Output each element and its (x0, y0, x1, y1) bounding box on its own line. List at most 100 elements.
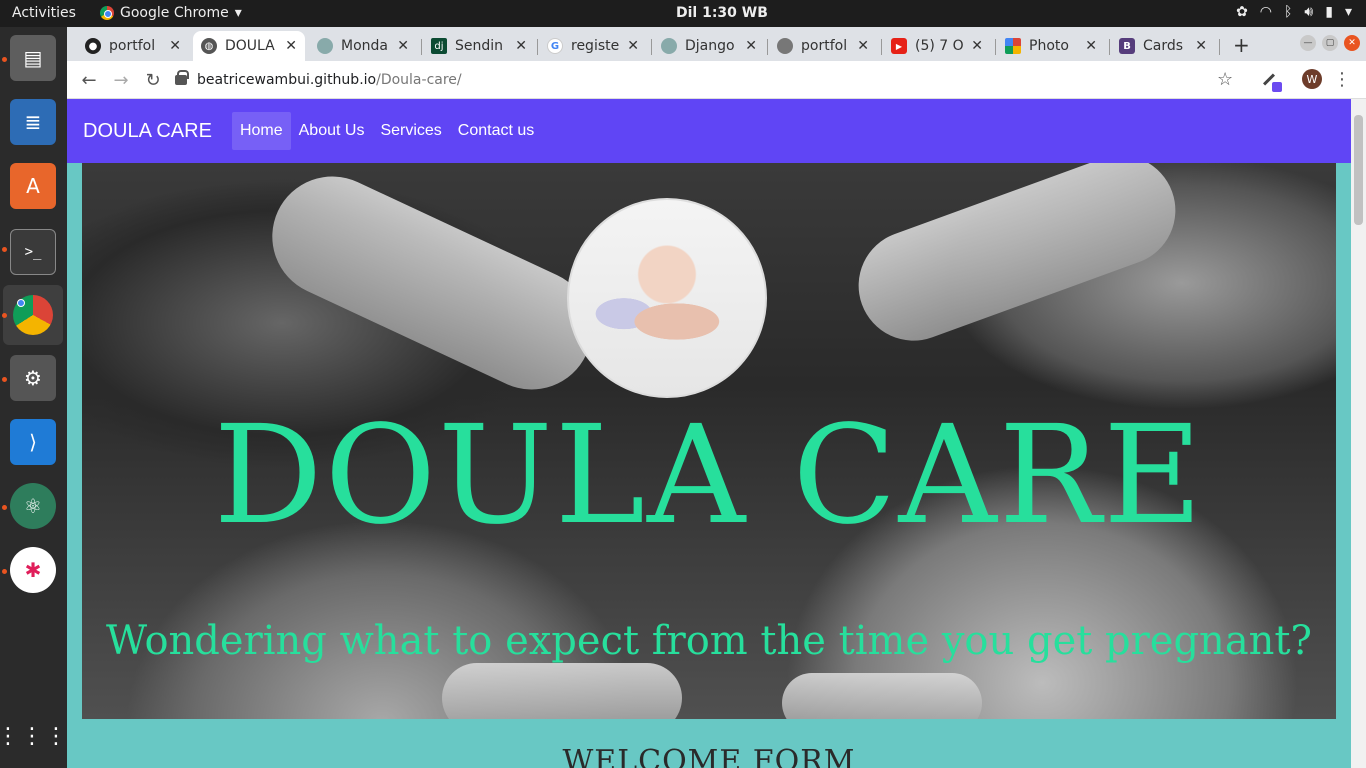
nav-home[interactable]: Home (231, 112, 291, 150)
browser-tab[interactable]: B Cards ✕ (1111, 31, 1215, 61)
running-indicator (2, 569, 7, 574)
window-controls: — ▢ ✕ (1300, 35, 1360, 51)
show-apps-icon[interactable]: ⋮⋮⋮ (0, 713, 67, 759)
django-icon: dj (431, 38, 447, 54)
lock-icon[interactable] (175, 70, 189, 85)
hand-shape (843, 163, 1191, 357)
hero-banner-image: DOULA CARE Wondering what to expect from… (82, 163, 1336, 719)
tab-divider (767, 39, 768, 55)
close-icon[interactable]: ✕ (857, 38, 869, 54)
nav-about-us[interactable]: About Us (291, 112, 373, 150)
django-icon (661, 38, 677, 54)
hero-subtitle: Wondering what to expect from the time y… (106, 618, 1312, 664)
back-button[interactable]: ← (77, 68, 101, 92)
monday-icon (317, 38, 333, 54)
kebab-menu-icon[interactable]: ⋮ (1333, 69, 1351, 90)
close-icon[interactable]: ✕ (169, 38, 181, 54)
new-tab-button[interactable]: + (1233, 33, 1250, 57)
hand-shape (782, 673, 982, 719)
tab-title: DOULA (225, 38, 275, 54)
system-top-bar: Activities Google Chrome ▾ Dil 1:30 WB ✿… (0, 0, 1366, 27)
close-icon[interactable]: ✕ (515, 38, 527, 54)
bluetooth-icon[interactable]: ᛒ (1284, 4, 1292, 20)
running-indicator (2, 313, 7, 318)
browser-tab[interactable]: ● portfol ✕ (77, 31, 189, 61)
browser-tab[interactable]: Photo ✕ (997, 31, 1105, 61)
browser-tab[interactable]: portfol ✕ (769, 31, 877, 61)
tab-title: portfol (109, 38, 156, 54)
indicator-icon[interactable]: ✿ (1236, 4, 1248, 20)
close-icon[interactable]: ✕ (745, 38, 757, 54)
hand-shape (442, 663, 682, 719)
page-scrollbar[interactable] (1351, 99, 1366, 768)
volume-icon[interactable]: 🔊︎ (1304, 4, 1313, 20)
close-icon[interactable]: ✕ (397, 38, 409, 54)
running-indicator (2, 247, 7, 252)
browser-toolbar: ← → ↻ beatricewambui.github.io /Doula-ca… (67, 61, 1366, 99)
tab-title: (5) 7 O (915, 38, 964, 54)
hand-shape (252, 163, 612, 410)
address-bar[interactable]: beatricewambui.github.io /Doula-care/ (175, 66, 1255, 94)
bookmark-star-icon[interactable]: ☆ (1217, 69, 1233, 90)
tab-divider (537, 39, 538, 55)
hero-title: DOULA CARE (213, 397, 1205, 555)
app-menu[interactable]: Google Chrome ▾ (100, 5, 242, 21)
wifi-icon[interactable]: ◠ (1260, 4, 1272, 20)
minimize-button[interactable]: — (1300, 35, 1316, 51)
forward-button[interactable]: → (109, 68, 133, 92)
battery-icon[interactable]: ▮ (1325, 4, 1333, 20)
photos-icon (1005, 38, 1021, 54)
app-name: Google Chrome (120, 5, 229, 21)
chevron-down-icon[interactable]: ▾ (1345, 4, 1352, 20)
browser-tab[interactable]: G registe ✕ (539, 31, 647, 61)
page-viewport: DOULA CARE Home About Us Services Contac… (67, 99, 1351, 768)
running-indicator (2, 377, 7, 382)
youtube-icon: ▶ (891, 38, 907, 54)
files-icon[interactable]: ▤ (10, 35, 56, 81)
tab-title: Monda (341, 38, 388, 54)
tab-divider (881, 39, 882, 55)
tab-title: Cards (1143, 38, 1184, 54)
scrollbar-thumb[interactable] (1354, 115, 1363, 225)
site-brand[interactable]: DOULA CARE (83, 120, 212, 143)
baby-photo (567, 198, 767, 398)
url-host: beatricewambui.github.io (197, 72, 377, 88)
close-icon[interactable]: ✕ (1195, 38, 1207, 54)
profile-avatar[interactable]: W (1302, 69, 1322, 89)
chrome-dock-icon[interactable] (3, 285, 63, 345)
software-center-icon[interactable]: A (10, 163, 56, 209)
browser-tab[interactable]: ▶ (5) 7 O ✕ (883, 31, 991, 61)
url-path: /Doula-care/ (376, 72, 462, 88)
clock[interactable]: Dil 1:30 WB (676, 5, 768, 21)
extension-icon[interactable] (1260, 70, 1282, 92)
system-tray[interactable]: ✿ ◠ ᛒ 🔊︎ ▮ ▾ (1236, 4, 1352, 20)
maximize-button[interactable]: ▢ (1322, 35, 1338, 51)
tab-divider (1219, 39, 1220, 55)
settings-tools-icon[interactable]: ⚙ (10, 355, 56, 401)
close-icon[interactable]: ✕ (1085, 38, 1097, 54)
running-indicator (2, 505, 7, 510)
browser-tab[interactable]: Django ✕ (653, 31, 765, 61)
chevron-down-icon: ▾ (234, 5, 242, 21)
close-window-button[interactable]: ✕ (1344, 35, 1360, 51)
vscode-icon[interactable]: ⟩ (10, 419, 56, 465)
reload-button[interactable]: ↻ (141, 68, 165, 92)
close-icon[interactable]: ✕ (627, 38, 639, 54)
activities-button[interactable]: Activities (12, 5, 76, 21)
nav-contact-us[interactable]: Contact us (450, 112, 542, 150)
dock: ▤ ≣ A >_ ⚙ ⟩ ⚛ ✱ ⋮⋮⋮ (0, 27, 67, 768)
close-icon[interactable]: ✕ (285, 38, 297, 54)
writer-icon[interactable]: ≣ (10, 99, 56, 145)
welcome-form-heading: WELCOME FORM (562, 744, 856, 768)
nav-services[interactable]: Services (372, 112, 449, 150)
globe-icon: ◍ (201, 38, 217, 54)
atom-icon[interactable]: ⚛ (10, 483, 56, 529)
tab-title: Photo (1029, 38, 1069, 54)
browser-tab-active[interactable]: ◍ DOULA ✕ (193, 31, 305, 61)
tab-divider (421, 39, 422, 55)
terminal-icon[interactable]: >_ (10, 229, 56, 275)
slack-icon[interactable]: ✱ (10, 547, 56, 593)
browser-tab[interactable]: Monda ✕ (309, 31, 417, 61)
browser-tab[interactable]: dj Sendin ✕ (423, 31, 535, 61)
close-icon[interactable]: ✕ (971, 38, 983, 54)
